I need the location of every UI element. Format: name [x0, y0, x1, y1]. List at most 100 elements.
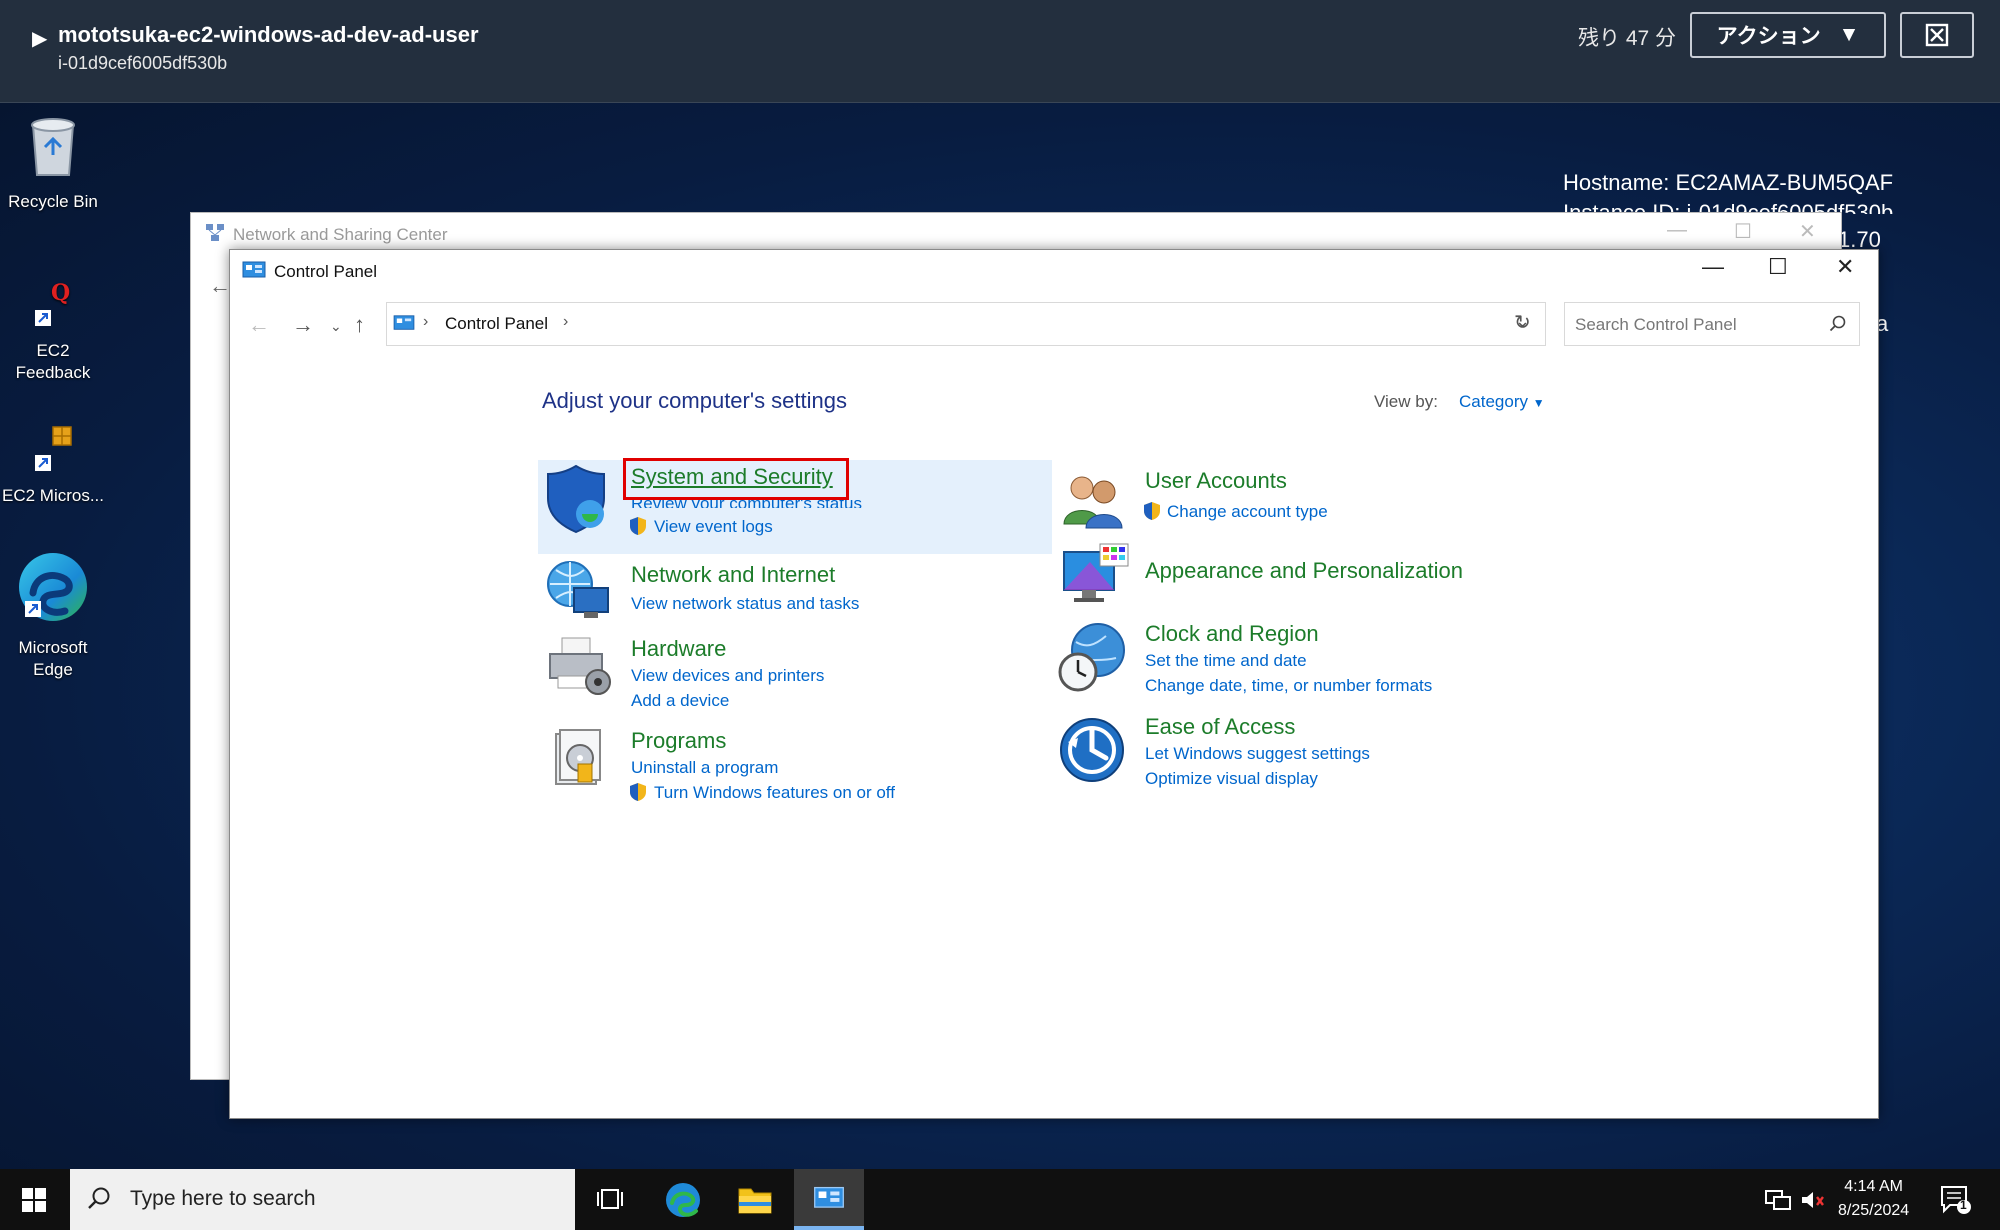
window-title: Network and Sharing Center [233, 225, 448, 244]
taskbar-search-placeholder: Type here to search [130, 1187, 316, 1210]
breadcrumb-separator-icon[interactable]: › [563, 313, 568, 331]
change-date-formats-link[interactable]: Change date, time, or number formats [1145, 676, 1432, 696]
desktop-icon-label: EC2 Micros... [1, 486, 105, 505]
view-by-label: View by: [1374, 392, 1438, 411]
desktop-icon-label: EC2 Feedback [15, 341, 91, 382]
desktop-icon-ec2-micros[interactable]: EC2 Micros... [0, 423, 108, 507]
clock-time: 4:14 AM [1844, 1178, 1903, 1195]
control-panel-window: Control Panel — ☐ ✕ ← → ⌄ ↑ › Control Pa… [229, 249, 1879, 1119]
page-heading: Adjust your computer's settings [542, 388, 848, 413]
ec2-package-shortcut-icon [35, 426, 72, 471]
appearance-personalization-link[interactable]: Appearance and Personalization [1145, 558, 1463, 584]
caret-down-icon: ▼ [1838, 23, 1860, 46]
close-button[interactable]: ✕ [1799, 219, 1816, 244]
taskbar: Type here to search 4:14 AM 8/25/2024 1 [0, 1169, 2000, 1230]
expand-caret-icon[interactable]: ▶ [32, 26, 47, 51]
control-panel-taskbar-button[interactable] [794, 1169, 864, 1230]
hardware-link[interactable]: Hardware [631, 636, 726, 662]
recent-locations-button[interactable]: ⌄ [330, 318, 342, 335]
back-arrow-icon[interactable]: ← [209, 273, 231, 299]
add-device-link[interactable]: Add a device [631, 691, 729, 711]
programs-icon [555, 729, 601, 785]
printer-hardware-icon [549, 637, 611, 695]
minimize-button[interactable]: — [1667, 219, 1687, 242]
change-account-type-link[interactable]: Change account type [1167, 502, 1328, 522]
svg-text:Q: Q [51, 280, 70, 306]
search-input[interactable] [1573, 312, 1817, 338]
task-view-icon[interactable] [596, 1186, 624, 1212]
view-by-value: Category [1459, 392, 1528, 411]
actions-dropdown-button[interactable]: アクション ▼ [1690, 12, 1886, 58]
desktop-icon-ec2-feedback[interactable]: Q EC2 Feedback [0, 278, 108, 384]
actions-label: アクション [1716, 25, 1821, 48]
forward-button[interactable]: → [292, 312, 314, 338]
user-accounts-link[interactable]: User Accounts [1145, 468, 1287, 494]
control-panel-icon [393, 315, 415, 330]
control-panel-icon [814, 1186, 844, 1208]
uac-shield-icon [630, 517, 646, 535]
address-bar[interactable]: › Control Panel › ⌄ [386, 302, 1546, 346]
edge-browser-icon [19, 553, 87, 621]
uac-shield-icon [630, 783, 646, 801]
turn-windows-features-link[interactable]: Turn Windows features on or off [654, 783, 895, 803]
refresh-icon[interactable]: ↻ [1514, 310, 1531, 335]
recycle-bin-icon [31, 118, 75, 176]
clock-and-region-link[interactable]: Clock and Region [1145, 621, 1319, 647]
appearance-personalization-icon [1063, 543, 1129, 602]
minimize-button[interactable]: — [1702, 254, 1724, 280]
clock-region-icon [1058, 623, 1125, 692]
network-globe-icon [547, 561, 609, 618]
control-panel-icon [242, 261, 266, 278]
network-status-icon[interactable] [1764, 1189, 1792, 1211]
let-windows-suggest-link[interactable]: Let Windows suggest settings [1145, 744, 1370, 764]
desktop-icon-microsoft-edge[interactable]: Microsoft Edge [0, 549, 108, 681]
search-icon [88, 1187, 110, 1209]
notification-count-badge: 1 [1960, 1198, 1967, 1212]
network-center-icon [206, 224, 224, 241]
window-title: Control Panel [274, 262, 378, 281]
breadcrumb-separator-icon: › [423, 313, 429, 330]
maximize-button[interactable]: ☐ [1768, 254, 1788, 280]
instance-id: i-01d9cef6005df530b [58, 53, 228, 73]
feedback-shortcut-icon: Q [35, 280, 70, 326]
fullscreen-button[interactable] [1900, 12, 1974, 58]
search-box[interactable] [1564, 302, 1860, 346]
fullscreen-icon [1925, 23, 1949, 47]
uninstall-program-link[interactable]: Uninstall a program [631, 758, 778, 778]
volume-muted-icon[interactable] [1800, 1189, 1826, 1211]
ease-of-access-link[interactable]: Ease of Access [1145, 714, 1295, 740]
view-network-status-link[interactable]: View network status and tasks [631, 594, 859, 614]
search-icon[interactable] [1829, 315, 1847, 333]
up-button[interactable]: ↑ [354, 312, 365, 338]
desktop-icon-label: Recycle Bin [8, 192, 98, 211]
close-button[interactable]: ✕ [1836, 254, 1854, 280]
instance-name: mototsuka-ec2-windows-ad-dev-ad-user [58, 22, 479, 47]
edge-taskbar-icon[interactable] [664, 1181, 702, 1219]
system-clock[interactable]: 4:14 AM 8/25/2024 [1838, 1175, 1909, 1223]
notification-center-icon[interactable] [1940, 1185, 1974, 1215]
programs-link[interactable]: Programs [631, 728, 726, 754]
desktop-icon-recycle-bin[interactable]: Recycle Bin [0, 113, 108, 213]
view-by-dropdown[interactable]: Category ▼ [1459, 392, 1545, 412]
view-devices-printers-link[interactable]: View devices and printers [631, 666, 824, 686]
session-header: ▶ mototsuka-ec2-windows-ad-dev-ad-user i… [0, 0, 2000, 103]
windows-start-icon[interactable] [22, 1188, 46, 1212]
maximize-button[interactable]: ☐ [1734, 219, 1752, 244]
clock-date: 8/25/2024 [1838, 1202, 1910, 1219]
shield-icon [547, 464, 605, 534]
optimize-visual-display-link[interactable]: Optimize visual display [1145, 769, 1318, 789]
user-accounts-icon [1063, 476, 1123, 529]
breadcrumb-control-panel[interactable]: Control Panel [445, 314, 548, 334]
view-event-logs-link[interactable]: View event logs [654, 517, 773, 537]
taskbar-search-box[interactable]: Type here to search [70, 1169, 575, 1230]
file-explorer-icon[interactable] [738, 1184, 772, 1214]
hostname-overlay: Hostname: EC2AMAZ-BUM5QAF [1563, 170, 1894, 195]
back-button[interactable]: ← [248, 312, 270, 338]
annotation-highlight-box [623, 458, 849, 500]
desktop-icon-label: Microsoft Edge [18, 638, 88, 679]
set-time-date-link[interactable]: Set the time and date [1145, 651, 1307, 671]
network-and-internet-link[interactable]: Network and Internet [631, 562, 835, 588]
time-remaining: 残り 47 分 [1578, 27, 1677, 50]
uac-shield-icon [1144, 502, 1160, 520]
caret-down-icon: ▼ [1532, 396, 1545, 410]
